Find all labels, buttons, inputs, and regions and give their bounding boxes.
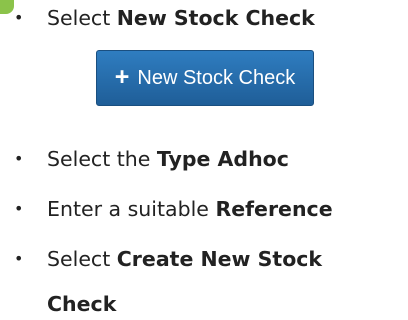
step-bold: New Stock Check (116, 6, 315, 30)
step-bold: Type Adhoc (156, 147, 289, 171)
step-item: • Select New Stock Check (14, 0, 315, 38)
bullet-marker: • (14, 8, 24, 27)
new-stock-check-button[interactable]: + New Stock Check (96, 50, 314, 106)
plus-icon: + (114, 62, 130, 91)
step-bold: Reference (215, 197, 333, 221)
button-label: New Stock Check (137, 66, 296, 89)
step-prefix: Select (47, 247, 117, 271)
step-continuation: Check (47, 292, 117, 316)
step-text: Select the Type Adhoc (47, 147, 289, 171)
bullet-marker: • (14, 199, 24, 218)
step-prefix: Select (47, 6, 117, 30)
bullet-marker: • (14, 149, 24, 168)
step-list: • Select New Stock Check + New Stock Che… (0, 0, 408, 320)
step-text: Select New Stock Check (47, 6, 315, 30)
step-item: • Select Create New Stock (14, 239, 322, 279)
step-text: Select Create New Stock (47, 247, 322, 271)
step-bold: Create New Stock (116, 247, 323, 271)
step-prefix: Enter a suitable (47, 197, 216, 221)
step-prefix: Select the (47, 147, 157, 171)
bullet-marker: • (14, 249, 24, 268)
step-text: Enter a suitable Reference (47, 197, 333, 221)
step-item: • Enter a suitable Reference (14, 189, 333, 229)
step-item: • Select the Type Adhoc (14, 139, 289, 179)
